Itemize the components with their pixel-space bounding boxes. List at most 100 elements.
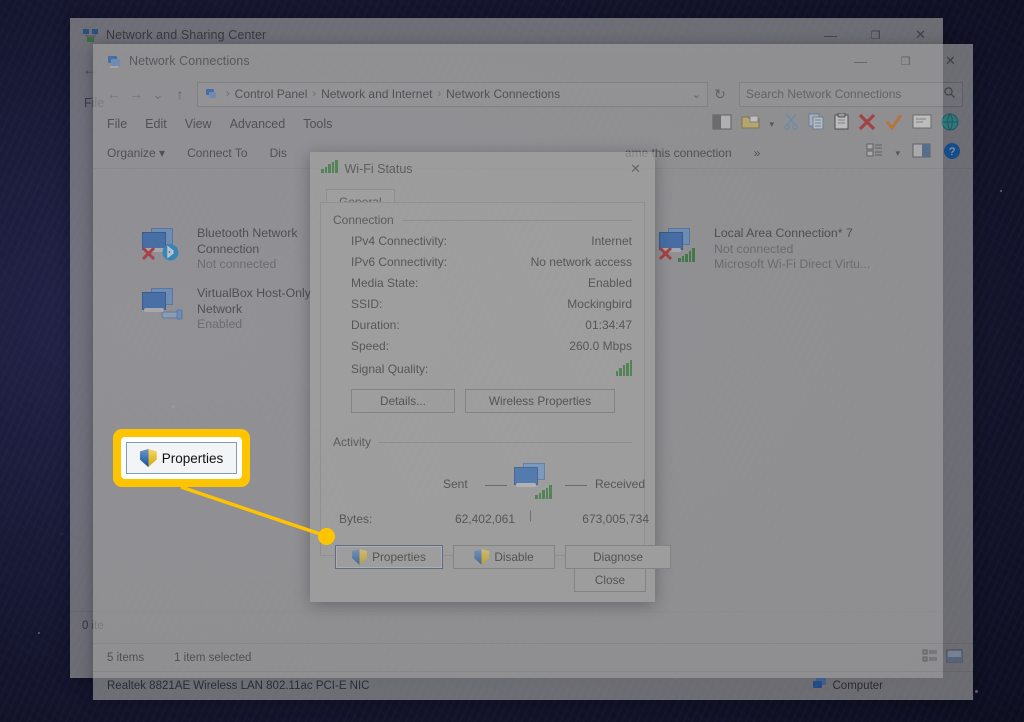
dialog-title: Wi-Fi Status	[345, 162, 413, 176]
row-value: Enabled	[501, 276, 632, 290]
chevron-down-icon[interactable]: ⌄	[692, 88, 701, 101]
recent-locations-button[interactable]: ⌄	[147, 86, 169, 103]
row-value: 01:34:47	[501, 318, 632, 332]
breadcrumb-root-icon	[204, 87, 218, 101]
bytes-label: Bytes:	[339, 512, 372, 526]
command-bar-icons: ▾ ?	[866, 142, 973, 165]
connection-buttons: Details... Wireless Properties	[333, 389, 632, 413]
refresh-icon[interactable]: ↻	[708, 86, 732, 103]
connection-legend: Connection	[333, 213, 632, 227]
menu-bar: File Edit View Advanced Tools ▾	[93, 110, 973, 138]
search-icon[interactable]	[943, 86, 956, 102]
table-row: IPv4 Connectivity: Internet	[333, 234, 632, 248]
disable-button[interactable]: Disable	[453, 545, 555, 569]
activity-divider: |	[529, 508, 532, 522]
view-layout-icon[interactable]	[866, 143, 883, 163]
sent-bytes-value: 62,402,061	[423, 512, 515, 526]
chevron-down-icon[interactable]: ▾	[769, 119, 774, 130]
explorer-detail-bar: Realtek 8821AE Wireless LAN 802.11ac PCI…	[93, 671, 973, 700]
row-label: Duration:	[333, 318, 501, 332]
preview-pane-icon[interactable]	[912, 143, 931, 163]
chevron-down-icon[interactable]: ▾	[895, 148, 900, 159]
disable-this-connection-button[interactable]: Dis	[270, 146, 287, 160]
dialog-titlebar[interactable]: Wi-Fi Status ✕	[310, 152, 655, 185]
delete-icon[interactable]	[858, 113, 876, 136]
table-row: Duration: 01:34:47	[333, 318, 632, 332]
properties-callout: Properties	[113, 429, 250, 487]
tiles-view-icon[interactable]	[946, 649, 963, 668]
properties-button-label: Properties	[372, 550, 426, 564]
explorer-window-controls[interactable]: — ❐ ✕	[838, 44, 973, 78]
connect-to-button[interactable]: Connect To	[187, 146, 248, 160]
activity-buttons: Properties Disable Diagnose	[333, 545, 632, 569]
properties-button[interactable]: Properties	[335, 545, 443, 569]
received-connector	[565, 485, 587, 486]
breadcrumb-item-control-panel[interactable]: Control Panel	[235, 87, 308, 101]
bluetooth-adapter-icon	[141, 226, 187, 266]
breadcrumb-item-network-and-internet[interactable]: Network and Internet	[321, 87, 432, 101]
details-view-icon[interactable]	[922, 649, 938, 668]
network-connections-icon	[105, 53, 122, 70]
menu-view[interactable]: View	[185, 117, 212, 131]
organize-button[interactable]: Organize ▾	[107, 146, 165, 160]
breadcrumb-separator: ›	[312, 88, 316, 100]
activity-group: Activity Sent Received Bytes: 62,402,	[333, 435, 632, 569]
globe-icon[interactable]	[941, 113, 959, 136]
breadcrumb-item-network-connections[interactable]: Network Connections	[446, 87, 560, 101]
search-input[interactable]: Search Network Connections	[739, 82, 963, 107]
menu-tools[interactable]: Tools	[303, 117, 332, 131]
forward-button[interactable]: →	[125, 86, 147, 102]
paste-icon[interactable]	[834, 113, 849, 135]
dialog-close-button[interactable]: Close	[574, 568, 646, 592]
received-bytes-value: 673,005,734	[551, 512, 649, 526]
rename-icon[interactable]	[912, 114, 932, 134]
uac-shield-icon	[352, 549, 367, 565]
activity-legend: Activity	[333, 435, 632, 449]
menu-edit[interactable]: Edit	[145, 117, 167, 131]
address-bar[interactable]: › Control Panel › Network and Internet ›…	[197, 82, 708, 107]
diagnose-button[interactable]: Diagnose	[565, 545, 671, 569]
activity-legend-text: Activity	[333, 435, 371, 449]
menu-advanced[interactable]: Advanced	[230, 117, 286, 131]
signal-strength-icon	[616, 360, 633, 376]
close-icon[interactable]: ✕	[630, 161, 641, 177]
list-item[interactable]: Local Area Connection* 7 Not connected M…	[658, 226, 870, 273]
search-placeholder: Search Network Connections	[746, 87, 901, 101]
back-button[interactable]: ←	[103, 86, 125, 102]
close-button[interactable]: ✕	[928, 44, 973, 78]
overflow-button[interactable]: »	[754, 146, 761, 160]
copy-icon[interactable]	[808, 113, 825, 135]
help-icon[interactable]: ?	[943, 142, 961, 165]
virtualbox-adapter-icon	[141, 286, 187, 326]
uac-shield-icon	[140, 449, 157, 467]
connection-status: Not connected	[714, 242, 870, 258]
selection-count: 1 item selected	[174, 652, 251, 664]
item-count: 5 items	[107, 652, 144, 664]
group-divider	[379, 442, 632, 443]
row-value: 260.0 Mbps	[501, 339, 632, 353]
cut-icon[interactable]	[783, 113, 799, 135]
detail-category: Computer	[833, 680, 884, 692]
explorer-window-title: Network Connections	[129, 54, 250, 68]
up-button[interactable]: ↑	[169, 86, 191, 102]
preview-pane-icon[interactable]	[712, 114, 732, 135]
minimize-button[interactable]: —	[838, 44, 883, 78]
explorer-titlebar[interactable]: Network Connections — ❐ ✕	[93, 44, 973, 78]
sent-connector	[485, 485, 507, 486]
wireless-properties-button[interactable]: Wireless Properties	[465, 389, 615, 413]
row-label: Speed:	[333, 339, 501, 353]
connection-name: Local Area Connection* 7	[714, 226, 870, 242]
address-row: ← → ⌄ ↑ › Control Panel › Network and In…	[93, 78, 973, 110]
explorer-status-bar: 5 items 1 item selected	[93, 643, 973, 672]
connection-legend-text: Connection	[333, 213, 394, 227]
new-folder-icon[interactable]	[741, 114, 760, 135]
menu-file[interactable]: File	[107, 117, 127, 131]
maximize-button[interactable]: ❐	[883, 44, 928, 78]
row-label: IPv6 Connectivity:	[333, 255, 501, 269]
uac-shield-icon	[474, 549, 489, 565]
signal-quality-label: Signal Quality:	[333, 362, 501, 376]
details-button[interactable]: Details...	[351, 389, 455, 413]
wifi-status-dialog[interactable]: Wi-Fi Status ✕ General Connection IPv4 C…	[310, 152, 655, 602]
callout-properties-button[interactable]: Properties	[126, 442, 237, 474]
accept-icon[interactable]	[885, 113, 903, 136]
